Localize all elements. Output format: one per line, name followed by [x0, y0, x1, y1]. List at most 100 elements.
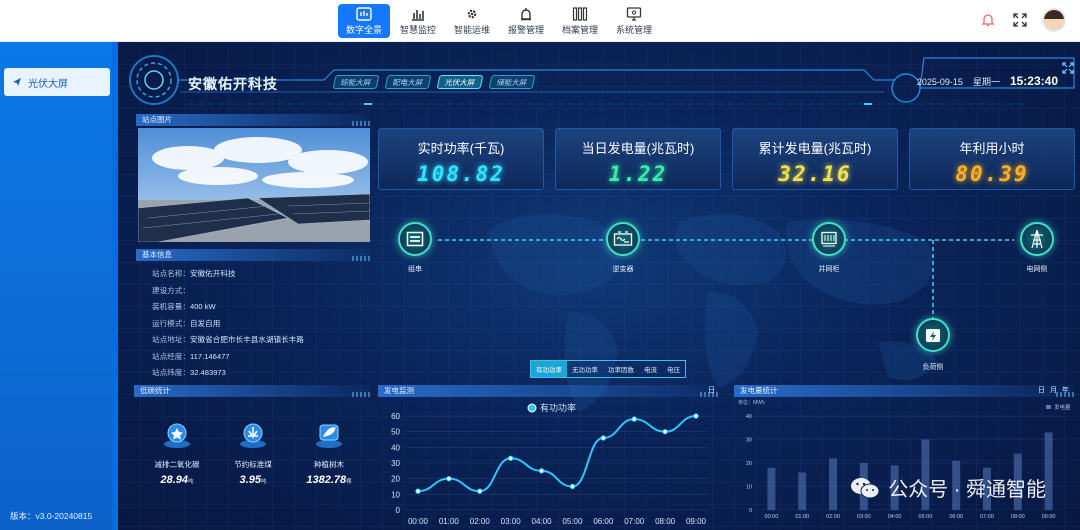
- co2-icon: [164, 423, 190, 448]
- nav-alarms[interactable]: 报警管理: [500, 4, 552, 38]
- top-app-bar: 数字全景 智慧监控 智能运维 报警管理 档案管理 系统管理: [0, 0, 1080, 42]
- node-grid-side[interactable]: [1020, 222, 1054, 256]
- data-point: [693, 413, 699, 419]
- y-tick-label: 20: [746, 461, 752, 467]
- x-tick-label: 07:00: [624, 517, 645, 526]
- x-tick-label: 02:00: [470, 517, 491, 526]
- node-inverter[interactable]: [606, 222, 640, 256]
- x-tick-label: 08:00: [1011, 514, 1025, 520]
- wechat-icon: [851, 477, 880, 498]
- carbon-title: 低碳统计: [134, 385, 370, 397]
- data-point: [569, 483, 576, 490]
- node-grid-cabinet[interactable]: [812, 222, 846, 256]
- data-point: [631, 416, 637, 422]
- node-load-side[interactable]: [916, 318, 950, 352]
- gen-monitor-tab[interactable]: 日: [708, 385, 715, 395]
- x-tick-label: 09:00: [686, 517, 707, 526]
- carbon-co2: 减排二氧化碳 28.94吨: [142, 420, 212, 488]
- bar: [829, 458, 837, 510]
- gen-stats-unit: 单位：MWh: [738, 400, 765, 406]
- inverter-icon: [613, 231, 633, 246]
- nav-label: 报警管理: [507, 24, 544, 35]
- legend-label: 有功功率: [540, 402, 576, 413]
- data-point: [477, 488, 483, 494]
- carbon-value: 1382.78: [306, 474, 347, 486]
- tab-active-power[interactable]: 有功功率: [531, 361, 567, 377]
- data-point: [600, 435, 607, 441]
- x-tick-label: 06:00: [949, 514, 963, 520]
- power-tower-icon: [1031, 229, 1043, 249]
- gen-stats-chart: 0 10 20 30 40 00:00 01:00 02:00 03:00 04:00 05:00 0…: [746, 414, 1064, 520]
- gen-stats-period-tabs: 日 月 年: [1038, 385, 1069, 395]
- nav-system[interactable]: 系统管理: [608, 4, 660, 38]
- tab-voltage[interactable]: 电压: [662, 361, 685, 377]
- nav-label: 智能运维: [453, 24, 490, 35]
- main-nav: 数字全景 智慧监控 智能运维 报警管理 档案管理 系统管理: [338, 4, 660, 38]
- carbon-label: 减排二氧化碳: [154, 460, 200, 469]
- send-icon: [13, 78, 21, 86]
- nav-label: 档案管理: [561, 24, 598, 35]
- y-tick-label: 20: [391, 475, 400, 484]
- tab-current[interactable]: 电流: [639, 361, 662, 377]
- node-label: 电网侧: [1026, 266, 1048, 273]
- x-tick-label: 00:00: [408, 517, 429, 526]
- x-tick-label: 05:00: [919, 514, 933, 520]
- nav-archives[interactable]: 档案管理: [554, 4, 606, 38]
- period-tab-year[interactable]: 年: [1062, 385, 1069, 395]
- x-tick-label: 03:00: [857, 514, 871, 520]
- dashboard-icon: [356, 6, 372, 21]
- tree-icon: [316, 424, 342, 448]
- fullscreen-icon[interactable]: [1010, 10, 1030, 30]
- tab-power-factor[interactable]: 功率因数: [603, 361, 639, 377]
- y-tick-label: 60: [391, 412, 400, 421]
- x-tick-label: 04:00: [532, 517, 553, 526]
- x-tick-label: 09:00: [1042, 514, 1056, 520]
- nav-operations[interactable]: 智能运维: [446, 4, 498, 38]
- avatar[interactable]: [1042, 8, 1066, 32]
- metric-tabs: 有功功率 无功功率 功率因数 电流 电压: [530, 360, 686, 378]
- y-tick-label: 50: [391, 428, 400, 437]
- data-point: [538, 468, 545, 474]
- carbon-label: 节约标准煤: [234, 460, 272, 469]
- data-point: [415, 488, 421, 494]
- x-tick-label: 05:00: [562, 517, 583, 526]
- sidebar-item-label: 光伏大屏: [28, 78, 68, 90]
- data-point: [662, 428, 668, 435]
- x-tick-label: 07:00: [980, 514, 994, 520]
- x-tick-label: 08:00: [655, 517, 676, 526]
- carbon-value: 28.94: [160, 474, 188, 486]
- x-tick-label: 04:00: [888, 514, 902, 520]
- node-label: 组串: [408, 266, 422, 273]
- y-tick-label: 40: [746, 414, 752, 420]
- tab-reactive-power[interactable]: 无功功率: [567, 361, 603, 377]
- node-string[interactable]: [398, 222, 432, 256]
- monitor-icon: [626, 6, 642, 21]
- node-label: 逆变器: [612, 266, 634, 273]
- y-tick-label: 0: [749, 508, 752, 514]
- bar: [798, 472, 807, 510]
- pv-panel-icon: [406, 231, 424, 247]
- period-tab-month[interactable]: 月: [1050, 385, 1057, 395]
- sidebar-item-pv-screen[interactable]: 光伏大屏: [4, 68, 110, 96]
- carbon-coal: 节约标准煤 3.95吨: [218, 420, 288, 488]
- data-point: [446, 475, 452, 482]
- load-battery-icon: [926, 329, 940, 342]
- alarm-icon: [521, 7, 531, 20]
- x-tick-label: 01:00: [795, 514, 809, 520]
- carbon-unit: 棵: [346, 479, 352, 485]
- gen-stats-title: 发电量统计: [734, 385, 1074, 397]
- bell-icon[interactable]: [978, 10, 998, 30]
- x-tick-label: 03:00: [501, 517, 522, 526]
- nav-label: 数字全景: [345, 24, 382, 35]
- carbon-label: 种植树木: [314, 460, 344, 469]
- nav-label: 系统管理: [615, 24, 652, 35]
- y-tick-label: 0: [396, 506, 401, 515]
- period-tab-day[interactable]: 日: [1038, 385, 1045, 395]
- carbon-value: 3.95: [239, 474, 261, 486]
- gear-icon: [467, 9, 477, 18]
- nav-dashboard[interactable]: 数字全景: [338, 4, 390, 38]
- y-tick-label: 30: [746, 438, 752, 444]
- nav-monitoring[interactable]: 智慧监控: [392, 4, 444, 38]
- archive-icon: [572, 6, 588, 21]
- legend-swatch: [1046, 405, 1051, 409]
